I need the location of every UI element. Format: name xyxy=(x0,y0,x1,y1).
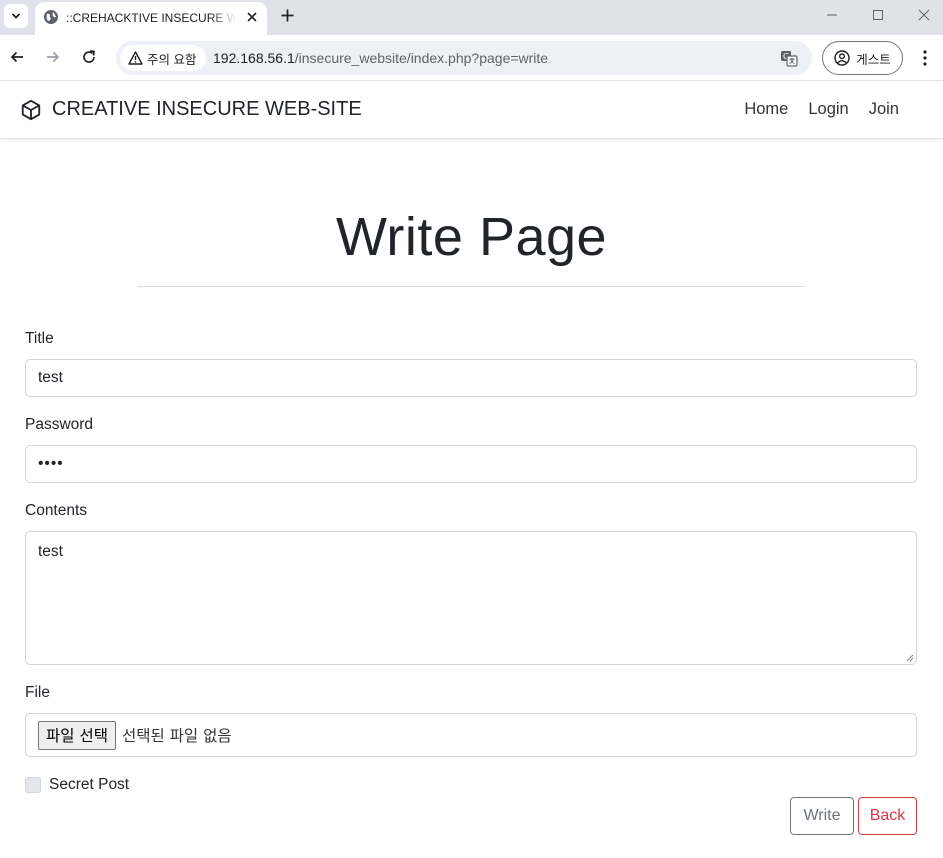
translate-icon: G xyxy=(781,50,798,67)
box-icon xyxy=(21,99,41,120)
url-host: 192.168.56.1 xyxy=(213,50,295,66)
nav-home-link[interactable]: Home xyxy=(744,100,788,119)
url-path: /insecure_website/index.php?page=write xyxy=(294,50,549,66)
forward-nav-button[interactable] xyxy=(42,46,64,68)
file-choose-button[interactable]: 파일 선택 xyxy=(38,720,116,750)
page-title: Write Page xyxy=(335,207,608,267)
minimize-icon xyxy=(827,14,837,16)
resize-grip-icon[interactable] xyxy=(905,653,914,662)
browser-tab-active[interactable]: ::CREHACKTIVE INSECURE WEB-SITE:: xyxy=(35,2,267,35)
reload-icon xyxy=(83,50,95,63)
plus-icon xyxy=(281,9,293,21)
back-nav-button[interactable] xyxy=(6,46,28,68)
reload-button[interactable] xyxy=(78,46,100,68)
secret-post-checkbox[interactable] xyxy=(25,777,41,793)
more-vertical-icon xyxy=(923,50,927,66)
new-tab-button[interactable] xyxy=(277,5,297,25)
site-navbar: CREATIVE INSECURE WEB-SITE Home Login Jo… xyxy=(0,82,943,139)
tab-close-button[interactable] xyxy=(243,8,261,26)
password-label: Password xyxy=(25,416,94,433)
title-input[interactable]: test xyxy=(25,359,917,397)
arrow-left-icon xyxy=(10,51,23,63)
security-chip[interactable]: 주의 요함 xyxy=(120,45,207,71)
tab-title: ::CREHACKTIVE INSECURE WEB-SITE:: xyxy=(66,11,236,25)
title-label: Title xyxy=(25,330,54,347)
password-input-value: •••• xyxy=(38,455,64,472)
back-button[interactable]: Back xyxy=(858,797,917,835)
title-divider xyxy=(137,286,805,287)
secret-post-label[interactable]: Secret Post xyxy=(49,776,129,794)
browser-toolbar: 주의 요함 192.168.56.1/insecure_website/inde… xyxy=(0,35,943,81)
site-brand[interactable]: CREATIVE INSECURE WEB-SITE xyxy=(20,98,362,121)
file-label: File xyxy=(25,684,50,701)
browser-tabbar: ::CREHACKTIVE INSECURE WEB-SITE:: xyxy=(0,0,943,35)
close-icon xyxy=(247,12,257,22)
url-text[interactable]: 192.168.56.1/insecure_website/index.php?… xyxy=(213,50,548,66)
password-input[interactable]: •••• xyxy=(25,445,917,483)
brand-text: CREATIVE INSECURE WEB-SITE xyxy=(52,98,362,120)
profile-label: 게스트 xyxy=(856,52,891,67)
file-status-text: 선택된 파일 없음 xyxy=(121,727,232,745)
security-label: 주의 요함 xyxy=(147,52,197,67)
profile-button[interactable]: 게스트 xyxy=(822,41,903,75)
translate-button[interactable]: G xyxy=(778,48,800,68)
tab-search-button[interactable] xyxy=(4,4,28,28)
maximize-button[interactable] xyxy=(865,4,891,26)
contents-label: Contents xyxy=(25,502,88,519)
maximize-icon xyxy=(873,10,883,20)
arrow-right-icon xyxy=(47,51,60,63)
site-nav-links: Home Login Join xyxy=(744,100,899,119)
contents-textarea[interactable]: test xyxy=(25,531,917,665)
window-close-button[interactable] xyxy=(911,4,937,26)
nav-join-link[interactable]: Join xyxy=(869,100,899,119)
profile-icon xyxy=(834,50,850,66)
browser-menu-button[interactable] xyxy=(914,46,936,70)
chevron-down-icon xyxy=(12,13,20,19)
close-icon xyxy=(918,9,930,21)
file-input[interactable]: 파일 선택 선택된 파일 없음 xyxy=(25,713,917,757)
write-button[interactable]: Write xyxy=(790,797,854,835)
address-bar[interactable]: 주의 요함 192.168.56.1/insecure_website/inde… xyxy=(116,41,812,75)
warning-icon xyxy=(128,51,143,65)
title-input-value: test xyxy=(38,369,63,386)
nav-login-link[interactable]: Login xyxy=(808,100,848,119)
contents-textarea-value: test xyxy=(38,543,63,560)
globe-icon xyxy=(44,10,58,24)
minimize-button[interactable] xyxy=(819,4,845,26)
